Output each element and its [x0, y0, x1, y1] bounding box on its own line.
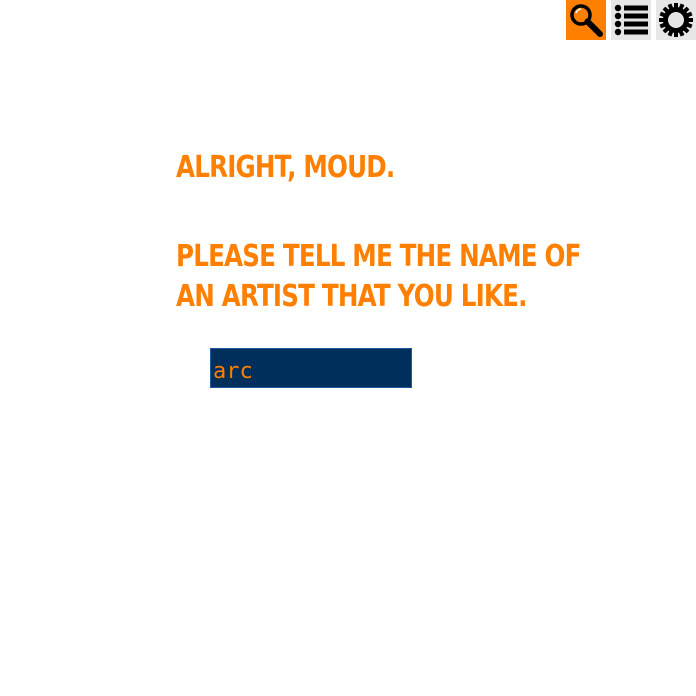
search-icon — [568, 2, 604, 38]
gear-icon — [658, 2, 694, 38]
artist-prompt: Please tell me the name of an artist tha… — [176, 237, 581, 317]
toolbar — [566, 0, 696, 40]
list-icon — [613, 2, 649, 38]
artist-name-input[interactable] — [210, 348, 412, 388]
prompt-line-2: an artist that you like. — [176, 279, 527, 314]
settings-button[interactable] — [656, 0, 696, 40]
greeting-text: Alright, Moud. — [176, 150, 395, 185]
prompt-line-1: Please tell me the name of — [176, 239, 581, 274]
menu-button[interactable] — [611, 0, 651, 40]
page: Alright, Moud. Please tell me the name o… — [0, 0, 696, 696]
search-button[interactable] — [566, 0, 606, 40]
